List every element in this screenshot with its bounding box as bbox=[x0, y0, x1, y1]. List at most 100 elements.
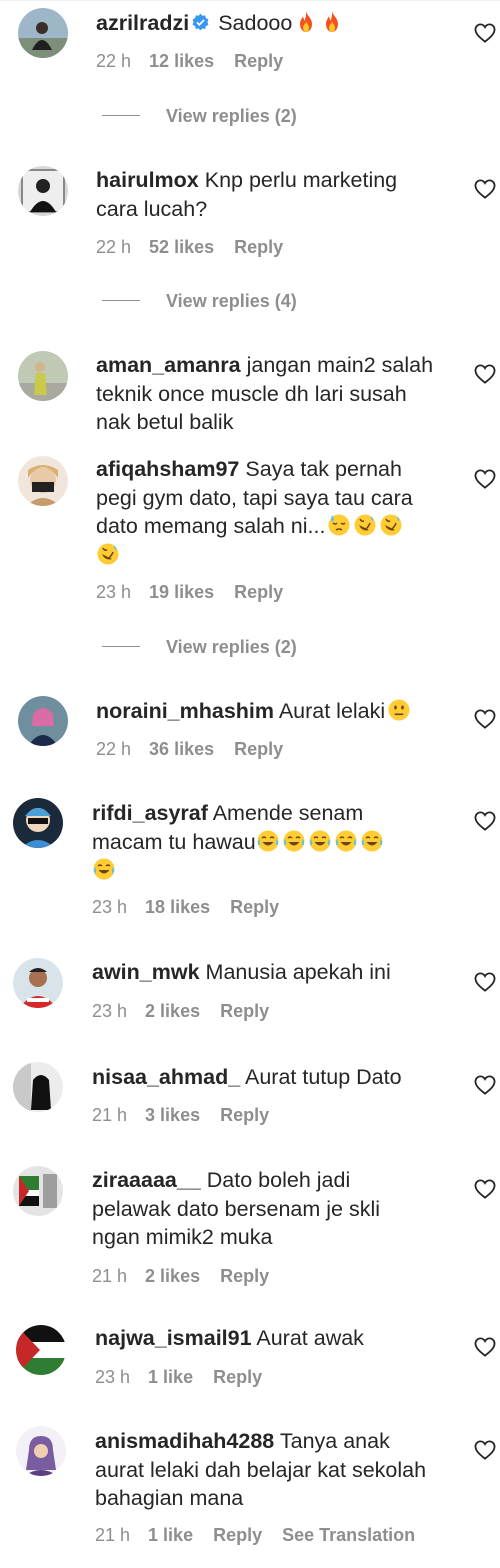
avatar[interactable] bbox=[18, 8, 68, 58]
avatar[interactable] bbox=[16, 1426, 66, 1476]
fire-emoji-icon bbox=[294, 10, 318, 34]
view-replies-button[interactable]: View replies (4) bbox=[102, 290, 297, 312]
reply-button[interactable]: Reply bbox=[230, 896, 279, 918]
comment-body: aurat lelaki dah belajar kat sekolah bbox=[95, 1457, 427, 1482]
username[interactable]: ziraaaaa__ bbox=[92, 1168, 201, 1192]
like-heart-icon[interactable] bbox=[474, 1440, 496, 1460]
username[interactable]: noraini_mhashim bbox=[96, 699, 274, 723]
like-heart-icon[interactable] bbox=[474, 811, 496, 831]
likes-count[interactable]: 19 likes bbox=[149, 581, 214, 603]
likes-count[interactable]: 18 likes bbox=[145, 896, 210, 918]
view-replies-label: View replies (2) bbox=[166, 637, 297, 657]
view-replies-button[interactable]: View replies (2) bbox=[102, 105, 297, 127]
likes-count[interactable]: 2 likes bbox=[145, 1000, 200, 1022]
comment-text: awin_mwk Manusia apekah ini bbox=[92, 958, 391, 987]
like-heart-icon[interactable] bbox=[474, 469, 496, 489]
likes-count[interactable]: 2 likes bbox=[145, 1265, 200, 1287]
timestamp: 22 h bbox=[96, 237, 132, 257]
like-heart-icon[interactable] bbox=[474, 1337, 496, 1357]
comment-text: ziraaaaa__ Dato boleh jadi pelawak dato … bbox=[92, 1166, 380, 1252]
divider bbox=[102, 300, 140, 301]
username[interactable]: rifdi_asyraf bbox=[92, 801, 208, 825]
avatar[interactable] bbox=[13, 1062, 63, 1112]
reply-button[interactable]: Reply bbox=[234, 50, 283, 72]
divider bbox=[0, 0, 500, 1]
avatar[interactable] bbox=[18, 456, 68, 506]
username[interactable]: najwa_ismail91 bbox=[95, 1326, 252, 1350]
like-heart-icon[interactable] bbox=[474, 972, 496, 992]
timestamp: 21 h bbox=[92, 1266, 128, 1286]
like-heart-icon[interactable] bbox=[474, 179, 496, 199]
reply-button[interactable]: Reply bbox=[234, 581, 283, 603]
like-heart-icon[interactable] bbox=[474, 1179, 496, 1199]
avatar[interactable] bbox=[16, 1325, 66, 1375]
comment-meta: 21 h 3 likes Reply bbox=[92, 1104, 289, 1126]
username[interactable]: aman_amanra bbox=[96, 353, 241, 377]
username[interactable]: nisaa_ahmad_ bbox=[92, 1065, 240, 1089]
reply-button[interactable]: Reply bbox=[213, 1366, 262, 1388]
likes-count[interactable]: 3 likes bbox=[145, 1104, 200, 1126]
comment-body: teknik once muscle dh lari susah bbox=[96, 381, 407, 406]
comment-body: Aurat tutup Dato bbox=[245, 1065, 402, 1089]
likes-count[interactable]: 52 likes bbox=[149, 236, 214, 258]
comment-body: Knp perlu marketing bbox=[204, 168, 398, 192]
comment-text: najwa_ismail91 Aurat awak bbox=[95, 1324, 364, 1353]
view-replies-label: View replies (4) bbox=[166, 291, 297, 311]
comment-body: nak betul balik bbox=[96, 410, 234, 434]
avatar[interactable] bbox=[13, 1166, 63, 1216]
username[interactable]: azrilradzi bbox=[96, 11, 189, 35]
view-replies-label: View replies (2) bbox=[166, 106, 297, 126]
likes-count[interactable]: 12 likes bbox=[149, 50, 214, 72]
like-heart-icon[interactable] bbox=[474, 1075, 496, 1095]
rofl-emoji-icon bbox=[379, 513, 403, 537]
comment-body: cara lucah? bbox=[96, 196, 208, 221]
like-heart-icon[interactable] bbox=[474, 709, 496, 729]
timestamp: 22 h bbox=[96, 739, 132, 759]
joy-emoji-icon bbox=[334, 829, 358, 853]
comment-body: jangan main2 salah bbox=[246, 353, 434, 377]
reply-button[interactable]: Reply bbox=[213, 1524, 262, 1546]
like-heart-icon[interactable] bbox=[474, 364, 496, 384]
divider bbox=[102, 646, 140, 647]
like-heart-icon[interactable] bbox=[474, 23, 496, 43]
username[interactable]: awin_mwk bbox=[92, 960, 200, 984]
timestamp: 21 h bbox=[92, 1105, 128, 1125]
comment-body: ngan mimik2 muka bbox=[92, 1225, 273, 1249]
username[interactable]: hairulmox bbox=[96, 168, 199, 192]
comment-text: hairulmox Knp perlu marketing cara lucah… bbox=[96, 166, 397, 223]
comment-meta: 23 h 19 likes Reply bbox=[96, 581, 303, 603]
likes-count[interactable]: 1 like bbox=[148, 1524, 193, 1546]
comment-body: bahagian mana bbox=[95, 1486, 244, 1510]
view-replies-button[interactable]: View replies (2) bbox=[102, 636, 297, 658]
avatar[interactable] bbox=[18, 166, 68, 216]
comment-body: Tanya anak bbox=[279, 1429, 390, 1453]
avatar[interactable] bbox=[18, 351, 68, 401]
avatar[interactable] bbox=[13, 798, 63, 848]
comment-text: noraini_mhashim Aurat lelaki bbox=[96, 697, 411, 726]
username[interactable]: anismadihah4288 bbox=[95, 1429, 274, 1453]
comment-text: rifdi_asyraf Amende senam macam tu hawau bbox=[92, 799, 384, 885]
avatar[interactable] bbox=[13, 958, 63, 1008]
reply-button[interactable]: Reply bbox=[234, 738, 283, 760]
comment-body: dato memang salah ni... bbox=[96, 514, 326, 538]
comment-meta: 23 h 2 likes Reply bbox=[92, 1000, 289, 1022]
comment-meta: 22 h 36 likes Reply bbox=[96, 738, 303, 760]
comment-body: Dato boleh jadi bbox=[206, 1168, 351, 1192]
comment-meta: 21 h 2 likes Reply bbox=[92, 1265, 289, 1287]
comment-meta: 22 h 12 likes Reply bbox=[96, 50, 303, 72]
reply-button[interactable]: Reply bbox=[220, 1000, 269, 1022]
avatar[interactable] bbox=[18, 696, 68, 746]
reply-button[interactable]: Reply bbox=[220, 1265, 269, 1287]
fire-emoji-icon bbox=[320, 10, 344, 34]
comment-meta: 23 h 1 like Reply bbox=[95, 1366, 282, 1388]
username[interactable]: afiqahsham97 bbox=[96, 457, 239, 481]
reply-button[interactable]: Reply bbox=[234, 236, 283, 258]
comment-body: Manusia apekah ini bbox=[205, 960, 391, 984]
divider bbox=[102, 115, 140, 116]
comment-body: pelawak dato bersenam je skli bbox=[92, 1196, 381, 1221]
comment-body: Amende senam bbox=[212, 801, 364, 825]
see-translation-button[interactable]: See Translation bbox=[282, 1524, 415, 1546]
likes-count[interactable]: 1 like bbox=[148, 1366, 193, 1388]
reply-button[interactable]: Reply bbox=[220, 1104, 269, 1126]
likes-count[interactable]: 36 likes bbox=[149, 738, 214, 760]
